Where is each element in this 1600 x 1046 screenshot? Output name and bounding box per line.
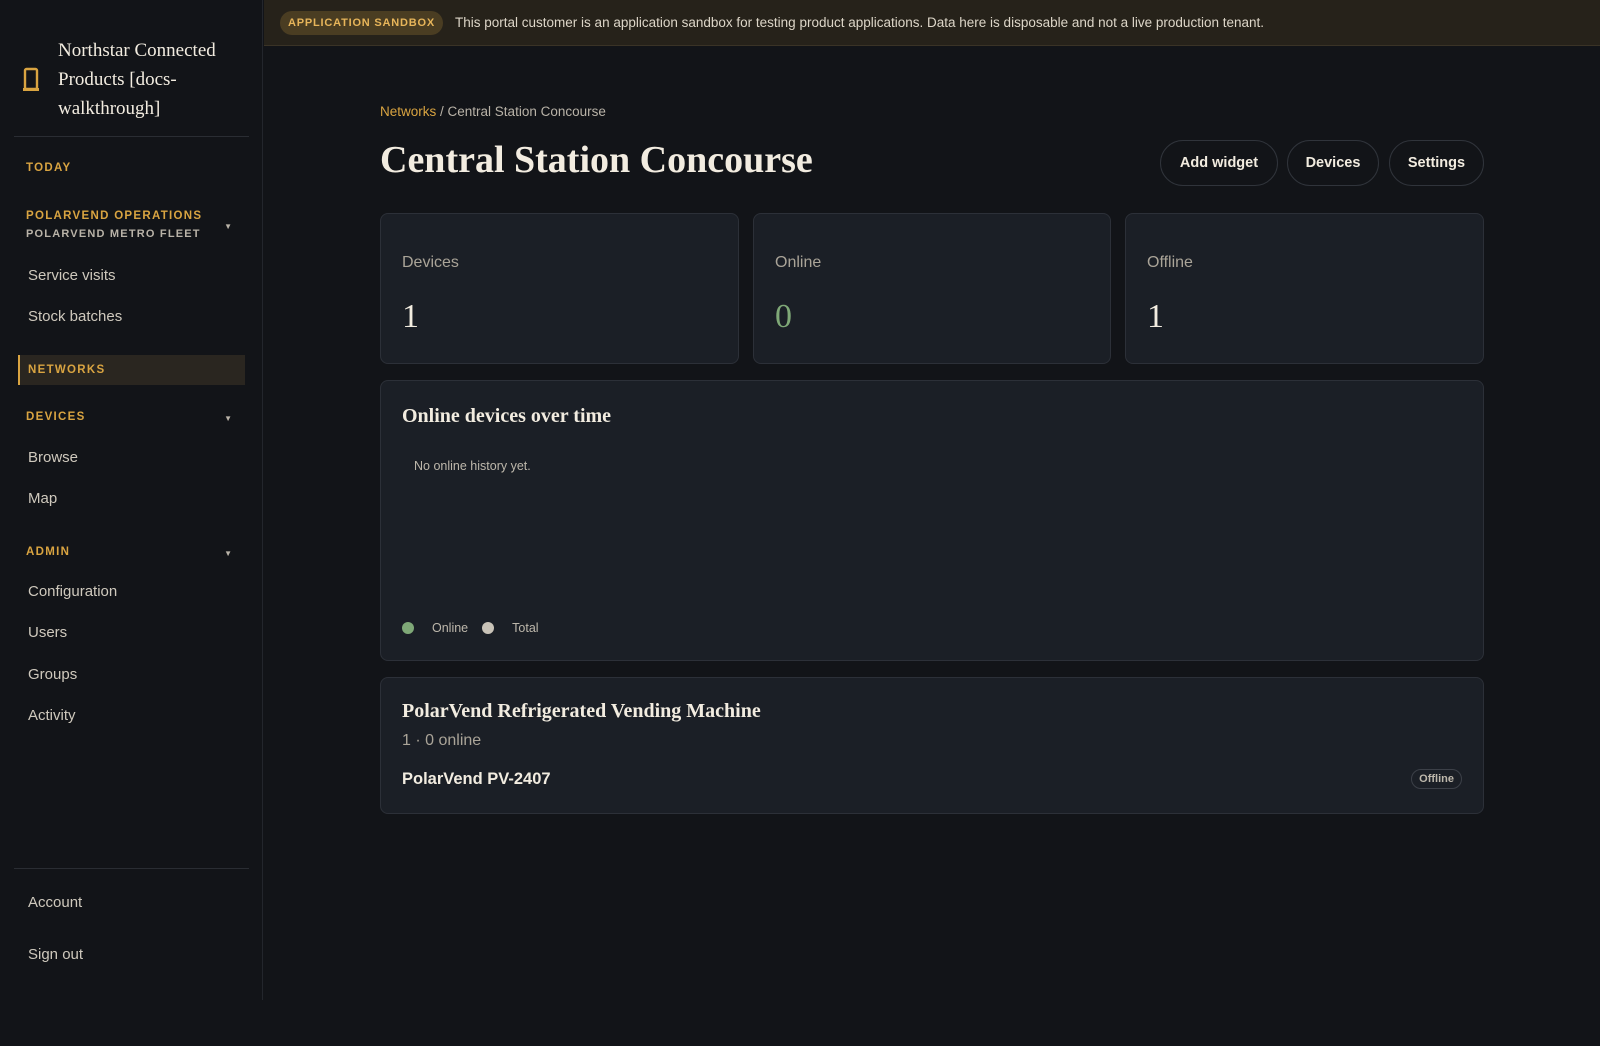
stat-value: 1 <box>402 298 419 335</box>
brand-title: Northstar Connected Products [docs-walkt… <box>58 40 216 119</box>
device-name-link[interactable]: PolarVend PV-2407 <box>402 770 551 789</box>
sidebar: Northstar Connected Products [docs-walkt… <box>0 0 263 1000</box>
vending-machine-icon <box>23 67 39 91</box>
chevron-down-icon[interactable]: ▼ <box>224 549 232 558</box>
sidebar-item-browse[interactable]: Browse <box>28 449 78 466</box>
add-widget-button[interactable]: Add widget <box>1160 140 1278 186</box>
sidebar-item-groups[interactable]: Groups <box>28 666 77 683</box>
sandbox-banner-text: This portal customer is an application s… <box>455 15 1264 30</box>
stat-label: Devices <box>402 254 459 271</box>
stat-card-offline: Offline 1 <box>1125 213 1484 364</box>
breadcrumb-current: Central Station Concourse <box>447 104 606 119</box>
breadcrumb-networks-link[interactable]: Networks <box>380 104 436 119</box>
sidebar-section-devices[interactable]: DEVICES <box>26 411 86 423</box>
breadcrumb-separator: / <box>436 104 448 119</box>
online-history-chart-card: Online devices over time No online histo… <box>380 380 1484 661</box>
brand[interactable]: Northstar Connected Products [docs-walkt… <box>14 36 249 123</box>
stat-card-online: Online 0 <box>753 213 1111 364</box>
sidebar-item-configuration[interactable]: Configuration <box>28 583 117 600</box>
legend-total-dot-icon <box>482 622 495 634</box>
sidebar-item-networks[interactable]: NETWORKS <box>18 355 245 385</box>
chart-title: Online devices over time <box>402 405 612 427</box>
device-group-card: PolarVend Refrigerated Vending Machine 1… <box>380 677 1484 814</box>
chart-legend: Online Total <box>402 621 553 635</box>
sandbox-badge: APPLICATION SANDBOX <box>280 10 444 35</box>
sidebar-item-stock-batches[interactable]: Stock batches <box>28 308 122 325</box>
device-group-summary: 1 · 0 online <box>402 732 482 749</box>
device-group-title[interactable]: PolarVend Refrigerated Vending Machine <box>402 700 761 723</box>
devices-button[interactable]: Devices <box>1287 140 1379 186</box>
sign-out-button[interactable]: Sign out <box>28 946 83 963</box>
fleet-label[interactable]: POLARVEND METRO FLEET <box>26 228 201 240</box>
chevron-down-icon[interactable]: ▼ <box>224 222 232 231</box>
sidebar-divider <box>14 136 249 137</box>
chart-empty-message: No online history yet. <box>414 459 531 473</box>
stat-value: 0 <box>775 298 792 335</box>
sidebar-item-users[interactable]: Users <box>28 624 67 641</box>
sidebar-section-admin[interactable]: ADMIN <box>26 546 70 558</box>
stat-label: Offline <box>1147 254 1193 271</box>
legend-online-dot-icon <box>402 622 414 634</box>
breadcrumb: Networks / Central Station Concourse <box>380 104 606 119</box>
org-switcher-label[interactable]: POLARVEND OPERATIONS <box>26 210 202 222</box>
stat-card-devices: Devices 1 <box>380 213 739 364</box>
legend-total-label: Total <box>512 621 539 635</box>
sidebar-divider <box>14 868 249 869</box>
stat-value: 1 <box>1147 298 1164 335</box>
status-badge: Offline <box>1411 769 1462 789</box>
sidebar-item-map[interactable]: Map <box>28 490 57 507</box>
sidebar-item-service-visits[interactable]: Service visits <box>28 267 116 284</box>
page-title: Central Station Concourse <box>380 139 813 181</box>
stat-label: Online <box>775 254 822 271</box>
sandbox-banner: APPLICATION SANDBOX This portal customer… <box>264 0 1600 46</box>
chevron-down-icon[interactable]: ▼ <box>224 414 232 423</box>
legend-online-label: Online <box>432 621 469 635</box>
sidebar-item-account[interactable]: Account <box>28 894 82 911</box>
settings-button[interactable]: Settings <box>1389 140 1484 186</box>
sidebar-item-activity[interactable]: Activity <box>28 707 76 724</box>
sidebar-item-today[interactable]: TODAY <box>26 162 72 174</box>
